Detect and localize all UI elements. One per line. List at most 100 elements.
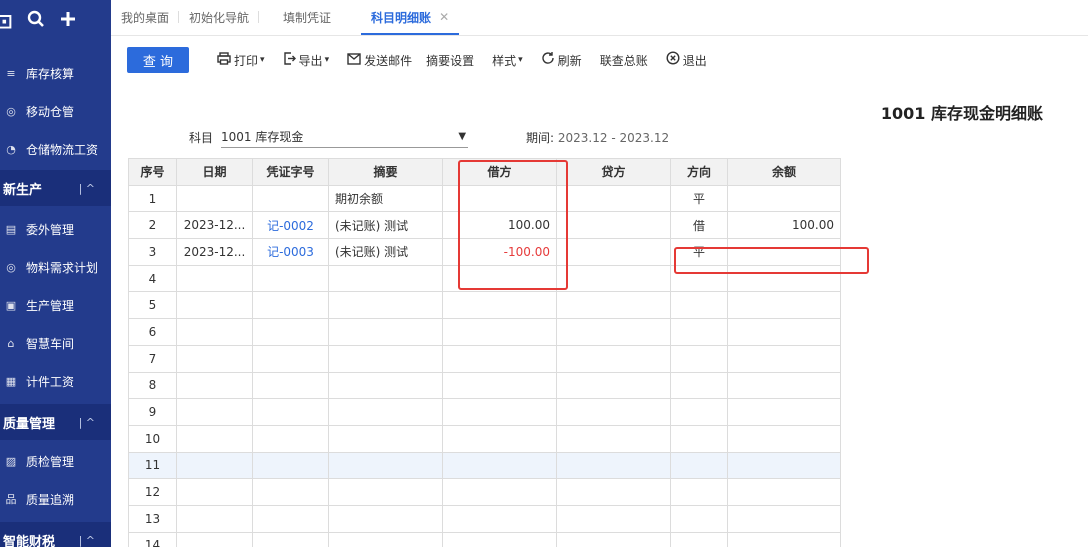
header-seq: 序号 <box>128 158 177 186</box>
menu-icon[interactable]: ⊡ <box>0 9 13 33</box>
cell-voucher <box>252 504 329 533</box>
query-button[interactable]: 查 询 <box>127 47 189 73</box>
cell-voucher <box>252 478 329 506</box>
linked-ledger-button[interactable]: 联查总账 <box>600 52 648 69</box>
table-row[interactable]: 11 <box>128 451 841 480</box>
table-row[interactable]: 1 期初余额 平 <box>128 184 841 213</box>
collapse-icon[interactable]: | ^ <box>79 416 95 429</box>
cell-credit <box>556 344 671 373</box>
chevron-down-icon[interactable]: ▼ <box>458 131 466 142</box>
subject-select[interactable]: 1001 库存现金 ▼ <box>221 126 469 148</box>
cell-debit <box>442 264 557 293</box>
table-row[interactable]: 3 2023-12... 记-0003 (未记账) 测试 -100.00 平 <box>128 238 841 266</box>
cell-seq: 8 <box>128 371 177 400</box>
table-row[interactable]: 2 2023-12... 记-0002 (未记账) 测试 100.00 借 100.00 <box>128 211 841 240</box>
sidebar-item-inventory-accounting[interactable]: ≡ 库存核算 <box>0 58 111 88</box>
export-button[interactable]: 导出 ▾ <box>283 51 329 69</box>
table-row[interactable]: 13 <box>128 504 841 533</box>
cell-direction <box>670 504 728 533</box>
refresh-button[interactable]: 刷新 <box>541 51 582 69</box>
search-icon[interactable] <box>27 9 45 33</box>
cell-summary: (未记账) 测试 <box>328 238 443 266</box>
cell-summary <box>328 504 443 533</box>
cell-summary <box>328 318 443 346</box>
cell-voucher <box>252 344 329 373</box>
tab-my-desktop[interactable]: 我的桌面 <box>111 0 180 35</box>
sidebar: ⊡ ≡ 库存核算 ◎ 移动仓管 ◔ 仓储物流工资 新生产 | ^ ▤ 委外管理 … <box>0 0 111 547</box>
cell-debit <box>442 398 557 426</box>
style-button[interactable]: 样式 ▾ <box>492 52 523 69</box>
table-row[interactable]: 9 <box>128 398 841 426</box>
refresh-icon <box>541 51 555 69</box>
plus-icon[interactable] <box>59 9 77 33</box>
cell-balance <box>727 238 841 266</box>
sidebar-item-mobile-warehouse[interactable]: ◎ 移动仓管 <box>0 96 111 126</box>
exit-button[interactable]: 退出 <box>666 51 707 69</box>
cell-direction <box>670 478 728 506</box>
print-button[interactable]: 打印 ▾ <box>217 51 265 69</box>
export-label: 导出 <box>298 53 323 68</box>
main-content: 1001 库存现金明细账 科目 1001 库存现金 ▼ 期间: 2023.12 … <box>111 84 1088 547</box>
cell-date <box>176 478 253 506</box>
table-row[interactable]: 14 <box>128 531 841 547</box>
sidebar-item-mrp[interactable]: ◎ 物料需求计划 <box>0 252 111 282</box>
table-row[interactable]: 5 <box>128 291 841 320</box>
sidebar-item-label: 委外管理 <box>26 222 75 237</box>
sidebar-item-piecework-wages[interactable]: ▦ 计件工资 <box>0 366 111 396</box>
sidebar-item-outsourcing[interactable]: ▤ 委外管理 <box>0 214 111 244</box>
cell-date <box>176 371 253 400</box>
cell-balance <box>727 318 841 346</box>
sidebar-item-production-management[interactable]: ▣ 生产管理 <box>0 290 111 320</box>
refresh-label: 刷新 <box>557 53 582 68</box>
cell-voucher <box>252 264 329 293</box>
cell-date <box>176 264 253 293</box>
tab-subject-ledger[interactable]: 科目明细账 ✕ <box>361 0 460 35</box>
cell-balance <box>727 478 841 506</box>
cell-seq: 13 <box>128 504 177 533</box>
sidebar-item-quality-trace[interactable]: 品 质量追溯 <box>0 484 111 514</box>
sidebar-item-logistics-wages[interactable]: ◔ 仓储物流工资 <box>0 134 111 164</box>
table-row[interactable]: 6 <box>128 318 841 346</box>
cell-voucher[interactable]: 记-0003 <box>252 238 329 266</box>
cell-balance <box>727 184 841 213</box>
cell-summary: 期初余额 <box>328 184 443 213</box>
cell-debit: 100.00 <box>442 211 557 240</box>
cell-summary <box>328 264 443 293</box>
table-row[interactable]: 10 <box>128 424 841 453</box>
cell-debit <box>442 478 557 506</box>
cell-voucher <box>252 398 329 426</box>
cell-seq: 14 <box>128 531 177 547</box>
collapse-icon[interactable]: | ^ <box>79 182 95 195</box>
cell-voucher[interactable]: 记-0002 <box>252 211 329 240</box>
send-mail-button[interactable]: 发送邮件 <box>347 52 412 69</box>
cell-direction: 平 <box>670 238 728 266</box>
mail-icon <box>347 52 361 69</box>
cell-seq: 11 <box>128 451 177 480</box>
table-row[interactable]: 4 <box>128 264 841 293</box>
period-label: 期间: <box>526 130 555 145</box>
header-summary: 摘要 <box>328 158 443 186</box>
period-display: 期间: 2023.12 - 2023.12 <box>526 129 669 146</box>
sidebar-item-smart-workshop[interactable]: ⌂ 智慧车间 <box>0 328 111 358</box>
cell-balance <box>727 531 841 547</box>
tab-fill-voucher[interactable]: 填制凭证 <box>273 0 341 35</box>
sidebar-group-finance[interactable]: 智能财税 | ^ <box>0 522 111 547</box>
sidebar-item-label: 移动仓管 <box>26 104 75 119</box>
summary-settings-button[interactable]: 摘要设置 <box>426 52 474 69</box>
sidebar-group-quality[interactable]: 质量管理 | ^ <box>0 404 111 440</box>
cell-debit <box>442 424 557 453</box>
workshop-icon: ⌂ <box>7 336 15 350</box>
header-date: 日期 <box>176 158 253 186</box>
sidebar-item-quality-inspection[interactable]: ▨ 质检管理 <box>0 446 111 476</box>
group-label: 新生产 <box>3 182 43 198</box>
collapse-icon[interactable]: | ^ <box>79 534 95 547</box>
tab-init-guide[interactable]: 初始化导航 <box>179 0 260 35</box>
table-row[interactable]: 8 <box>128 371 841 400</box>
close-icon[interactable]: ✕ <box>439 10 449 24</box>
cell-credit <box>556 291 671 320</box>
table-row[interactable]: 12 <box>128 478 841 506</box>
sidebar-group-production[interactable]: 新生产 | ^ <box>0 170 111 206</box>
table-row[interactable]: 7 <box>128 344 841 373</box>
cell-direction <box>670 398 728 426</box>
cell-credit <box>556 504 671 533</box>
